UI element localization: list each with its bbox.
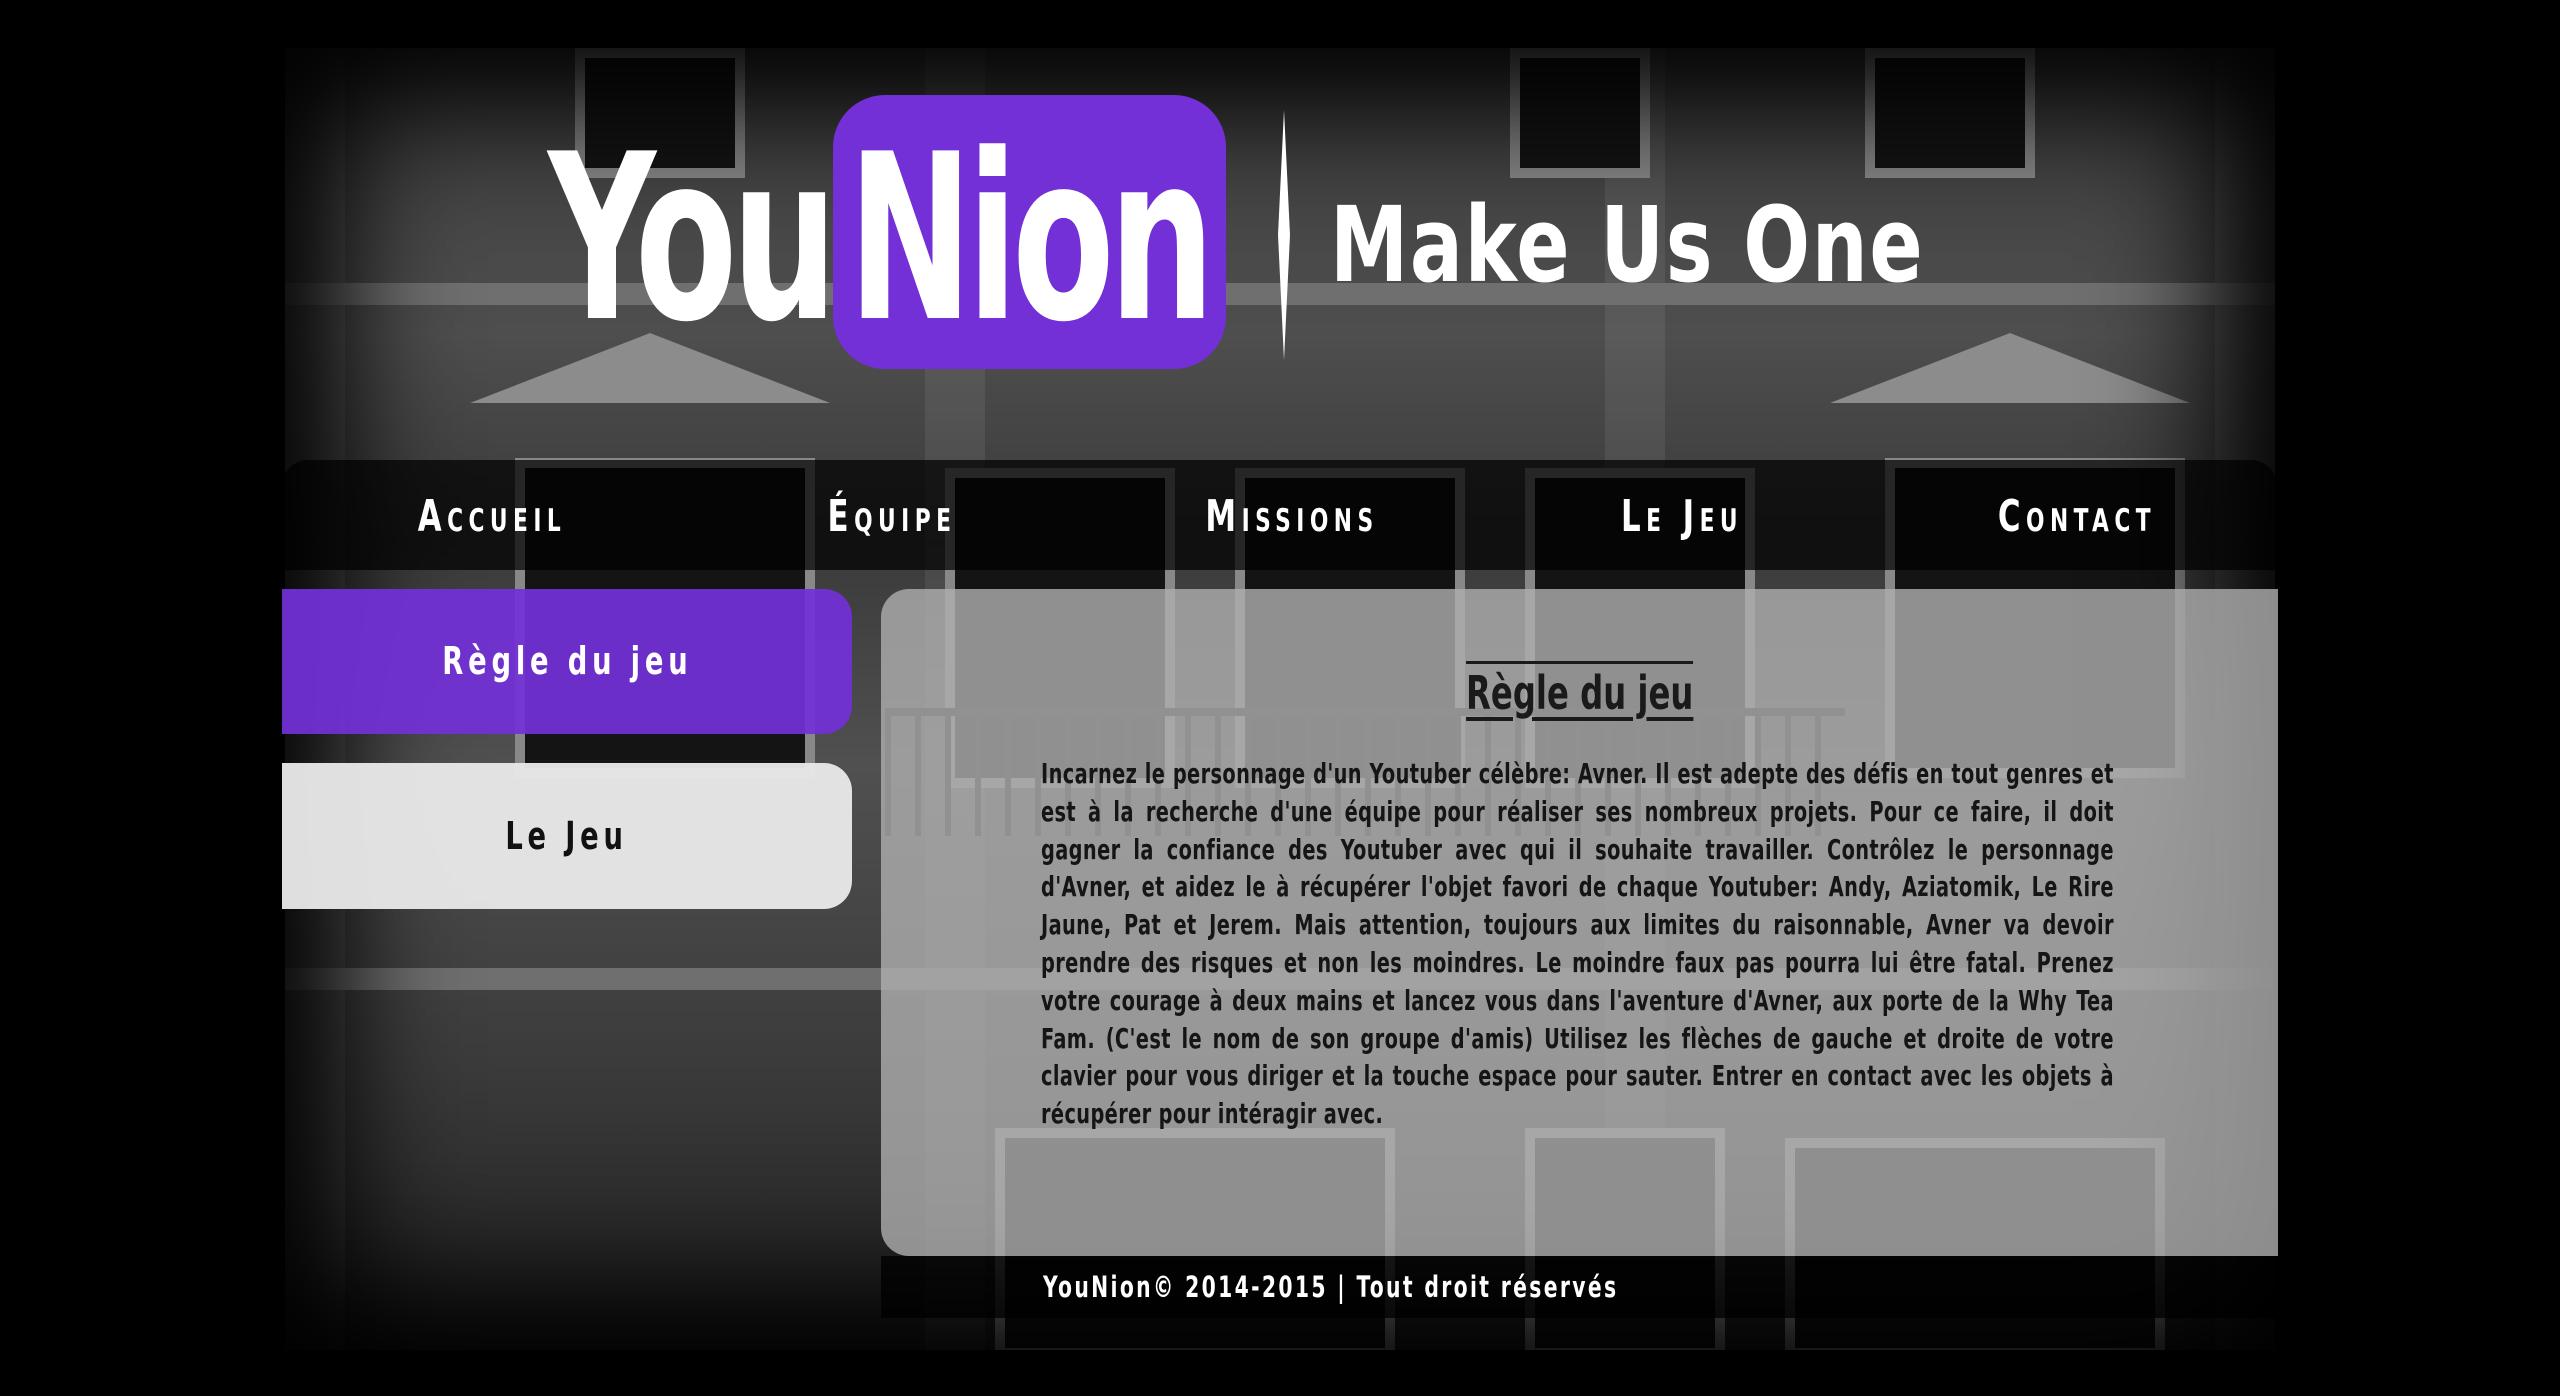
logo-text-nion: Nion bbox=[848, 106, 1215, 373]
logo-divider-icon bbox=[1278, 110, 1290, 360]
rules-paragraph: Incarnez le personnage d'un Youtuber cél… bbox=[1041, 757, 2114, 1131]
logo-tagline: Make Us One bbox=[1330, 184, 1925, 306]
sidebar-item-label: Règle du jeu bbox=[441, 639, 693, 683]
content-panel: Règle du jeu Incarnez le personnage d'un… bbox=[881, 589, 2278, 1256]
logo-text-you: You bbox=[548, 106, 838, 373]
main-nav: Accueil Équipe Missions Le Jeu Contact bbox=[282, 460, 2277, 570]
page-title: Règle du jeu bbox=[881, 661, 2278, 720]
nav-item-accueil[interactable]: Accueil bbox=[375, 482, 609, 552]
footer: YouNion© 2014-2015 | Tout droit réservés bbox=[881, 1256, 2278, 1318]
younion-logo[interactable]: You Nion Make Us One bbox=[548, 90, 1948, 380]
nav-item-contact[interactable]: Contact bbox=[1960, 482, 2194, 552]
nav-item-missions[interactable]: Missions bbox=[1175, 482, 1409, 552]
nav-item-le-jeu[interactable]: Le Jeu bbox=[1565, 482, 1799, 552]
sidebar-item-label: Le Jeu bbox=[505, 814, 629, 858]
rules-text: Incarnez le personnage d'un Youtuber cél… bbox=[1041, 755, 2114, 1133]
sidebar-item-le-jeu[interactable]: Le Jeu bbox=[282, 763, 852, 909]
nav-item-equipe[interactable]: Équipe bbox=[775, 482, 1009, 552]
page-title-text: Règle du jeu bbox=[1465, 661, 1694, 720]
copyright-text: YouNion© 2014-2015 | Tout droit réservés bbox=[1043, 1270, 1619, 1304]
sidebar-item-regle-du-jeu[interactable]: Règle du jeu bbox=[282, 589, 852, 734]
